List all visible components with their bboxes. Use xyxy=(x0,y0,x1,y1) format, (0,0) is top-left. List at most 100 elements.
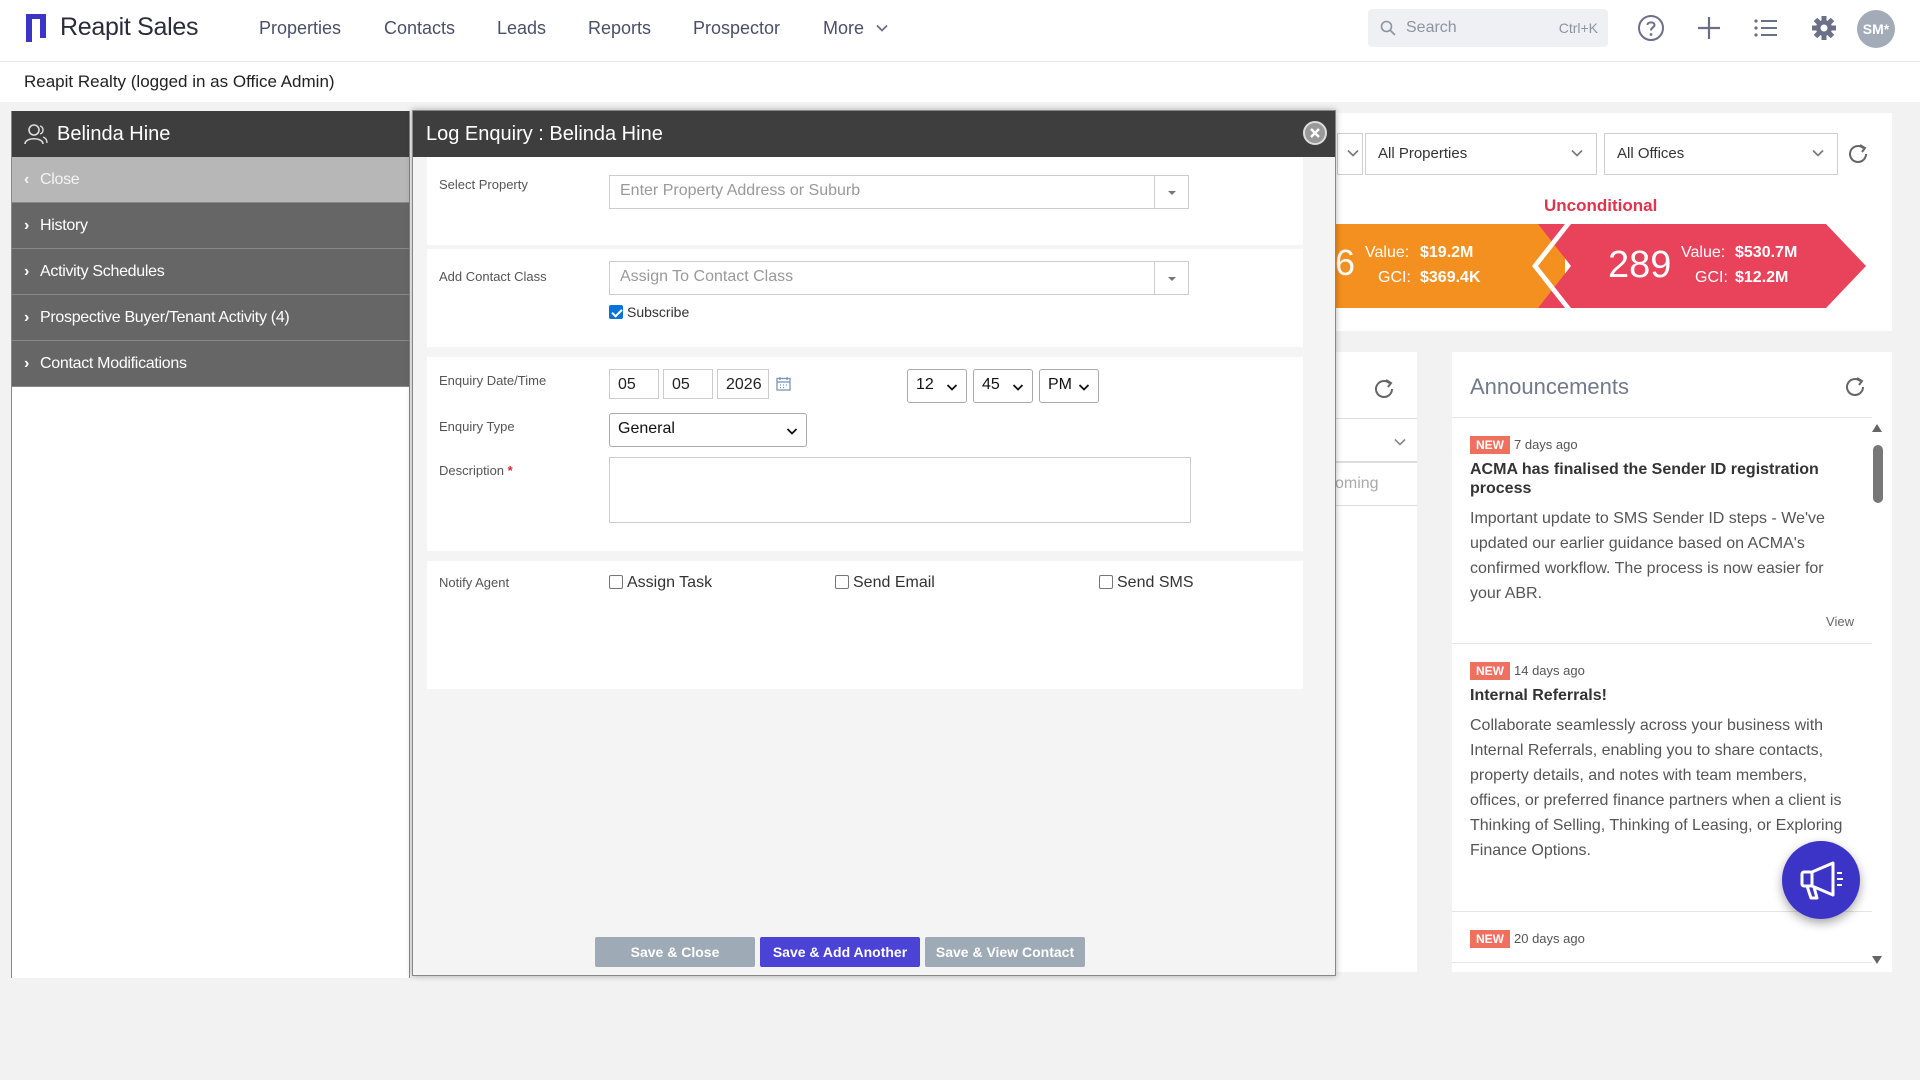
enquiry-minute-value: 45 xyxy=(982,376,1000,393)
new-badge: NEW xyxy=(1470,662,1510,680)
close-icon[interactable] xyxy=(1303,121,1327,145)
activity-filter-partial[interactable] xyxy=(1335,418,1417,462)
filter-offices-select[interactable]: All Offices xyxy=(1604,133,1838,175)
help-icon[interactable] xyxy=(1636,13,1666,43)
unconditional-stage-banner[interactable] xyxy=(1530,224,1866,308)
contact-menu-buyer-tenant-activity[interactable]: › Prospective Buyer/Tenant Activity (4) xyxy=(12,295,409,341)
contact-menu-contact-modifications[interactable]: › Contact Modifications xyxy=(12,341,409,387)
enquiry-day-input[interactable]: 05 xyxy=(609,369,659,399)
enquiry-type-select[interactable]: General xyxy=(609,413,807,447)
announcement-view-link[interactable]: View xyxy=(1470,614,1854,629)
chevron-down-icon xyxy=(1394,438,1406,446)
value-label: Value: xyxy=(1365,244,1410,261)
nav-more[interactable]: More xyxy=(823,18,889,39)
calendar-icon[interactable] xyxy=(776,376,791,391)
stage-count: 289 xyxy=(1608,244,1672,286)
save-add-another-button[interactable]: Save & Add Another xyxy=(760,937,920,967)
enquiry-month-input[interactable]: 05 xyxy=(663,369,713,399)
select-property-section: Select Property Enter Property Address o… xyxy=(427,157,1303,245)
announcement-megaphone-button[interactable] xyxy=(1782,841,1860,919)
search-icon xyxy=(1380,20,1396,36)
refresh-icon[interactable] xyxy=(1845,141,1871,167)
send-sms-checkbox[interactable] xyxy=(1099,575,1113,589)
description-textarea[interactable] xyxy=(609,457,1191,523)
description-label-text: Description xyxy=(439,463,505,478)
enquiry-type-value: General xyxy=(618,420,675,437)
chevron-down-icon xyxy=(786,428,798,435)
refresh-icon[interactable] xyxy=(1842,374,1868,400)
app-logo[interactable]: Reapit Sales xyxy=(26,12,198,42)
subscribe-label: Subscribe xyxy=(627,304,690,320)
chevron-right-icon: › xyxy=(24,217,30,234)
refresh-icon[interactable] xyxy=(1371,376,1397,402)
menu-item-label: Activity Schedules xyxy=(40,263,165,280)
user-avatar[interactable]: SM* xyxy=(1857,10,1895,48)
gear-icon[interactable] xyxy=(1809,13,1839,43)
announcement-title: Internal Referrals! xyxy=(1470,687,1607,704)
description-label: Description * xyxy=(439,463,513,478)
gci-amount: $369.4K xyxy=(1420,269,1481,286)
dropdown-arrow-icon[interactable] xyxy=(1154,262,1188,294)
notify-agent-section: Notify Agent Assign Task Send Email Send… xyxy=(427,561,1303,689)
enquiry-minute-select[interactable]: 45 xyxy=(973,369,1033,403)
announcements-title: Announcements xyxy=(1470,374,1629,399)
upcoming-tab-partial[interactable]: oming xyxy=(1335,462,1417,506)
select-property-label: Select Property xyxy=(439,177,528,192)
filter-properties-select[interactable]: All Properties xyxy=(1365,133,1597,175)
value-amount: $530.7M xyxy=(1735,244,1798,261)
nav-leads[interactable]: Leads xyxy=(497,18,546,39)
scroll-up-icon[interactable] xyxy=(1872,424,1882,432)
global-search[interactable]: Search Ctrl+K xyxy=(1368,9,1608,47)
contact-panel-close[interactable]: ‹ Close xyxy=(12,157,409,203)
gci-amount: $12.2M xyxy=(1735,269,1789,286)
enquiry-hour-select[interactable]: 12 xyxy=(907,369,967,403)
enquiry-type-label: Enquiry Type xyxy=(439,419,515,434)
announcement-age: 14 days ago xyxy=(1514,663,1585,678)
filter-offices-value: All Offices xyxy=(1617,145,1685,162)
dropdown-arrow-icon[interactable] xyxy=(1154,176,1188,208)
stage-label: Unconditional xyxy=(1544,196,1658,215)
menu-item-label: Prospective Buyer/Tenant Activity (4) xyxy=(40,309,290,326)
contact-menu-history[interactable]: › History xyxy=(12,203,409,249)
scrollbar-thumb[interactable] xyxy=(1873,445,1883,503)
add-icon[interactable] xyxy=(1694,13,1724,43)
stage-count-partial: 6 xyxy=(1335,242,1356,283)
send-email-checkbox[interactable] xyxy=(835,575,849,589)
assign-task-checkbox[interactable] xyxy=(609,575,623,589)
contact-name: Belinda Hine xyxy=(57,123,171,145)
dialog-title: Log Enquiry : Belinda Hine xyxy=(426,123,663,145)
filter-properties-value: All Properties xyxy=(1378,145,1468,162)
save-close-button[interactable]: Save & Close xyxy=(595,937,755,967)
announcement-item[interactable]: NEW 7 days ago ACMA has finalised the Sen… xyxy=(1452,418,1872,644)
new-badge: NEW xyxy=(1470,436,1510,454)
gci-label: GCI: xyxy=(1378,269,1411,286)
search-placeholder: Search xyxy=(1406,19,1457,36)
property-search-input[interactable]: Enter Property Address or Suburb xyxy=(609,175,1189,209)
announcement-item[interactable]: NEW 20 days ago xyxy=(1452,912,1872,963)
nav-reports[interactable]: Reports xyxy=(588,18,651,39)
enquiry-year-input[interactable]: 2026 xyxy=(717,369,769,399)
contact-menu-activity-schedules[interactable]: › Activity Schedules xyxy=(12,249,409,295)
announcements-scrollbar[interactable] xyxy=(1871,420,1883,968)
task-list-icon[interactable] xyxy=(1751,13,1781,43)
enquiry-ampm-value: PM xyxy=(1048,376,1072,393)
chevron-down-icon xyxy=(1571,149,1583,157)
property-search-placeholder: Enter Property Address or Suburb xyxy=(620,182,861,199)
nav-properties[interactable]: Properties xyxy=(259,18,341,39)
send-sms-label: Send SMS xyxy=(1117,574,1194,591)
enquiry-ampm-select[interactable]: PM xyxy=(1039,369,1099,403)
activity-card-partial: oming xyxy=(1335,352,1417,972)
scroll-down-icon[interactable] xyxy=(1872,956,1882,964)
pipeline-filter-partial[interactable] xyxy=(1337,133,1363,175)
app-brand-name: Reapit Sales xyxy=(60,12,199,41)
announcement-body: Collaborate seamlessly across your busin… xyxy=(1470,717,1843,859)
nav-prospector[interactable]: Prospector xyxy=(693,18,780,39)
subscribe-checkbox[interactable] xyxy=(609,305,623,319)
contact-class-input[interactable]: Assign To Contact Class xyxy=(609,261,1189,295)
nav-contacts[interactable]: Contacts xyxy=(384,18,455,39)
notify-agent-label: Notify Agent xyxy=(439,575,510,590)
save-view-contact-button[interactable]: Save & View Contact xyxy=(925,937,1085,967)
menu-item-label: Close xyxy=(40,171,80,188)
contact-class-placeholder: Assign To Contact Class xyxy=(620,268,794,285)
megaphone-icon xyxy=(1800,861,1843,900)
